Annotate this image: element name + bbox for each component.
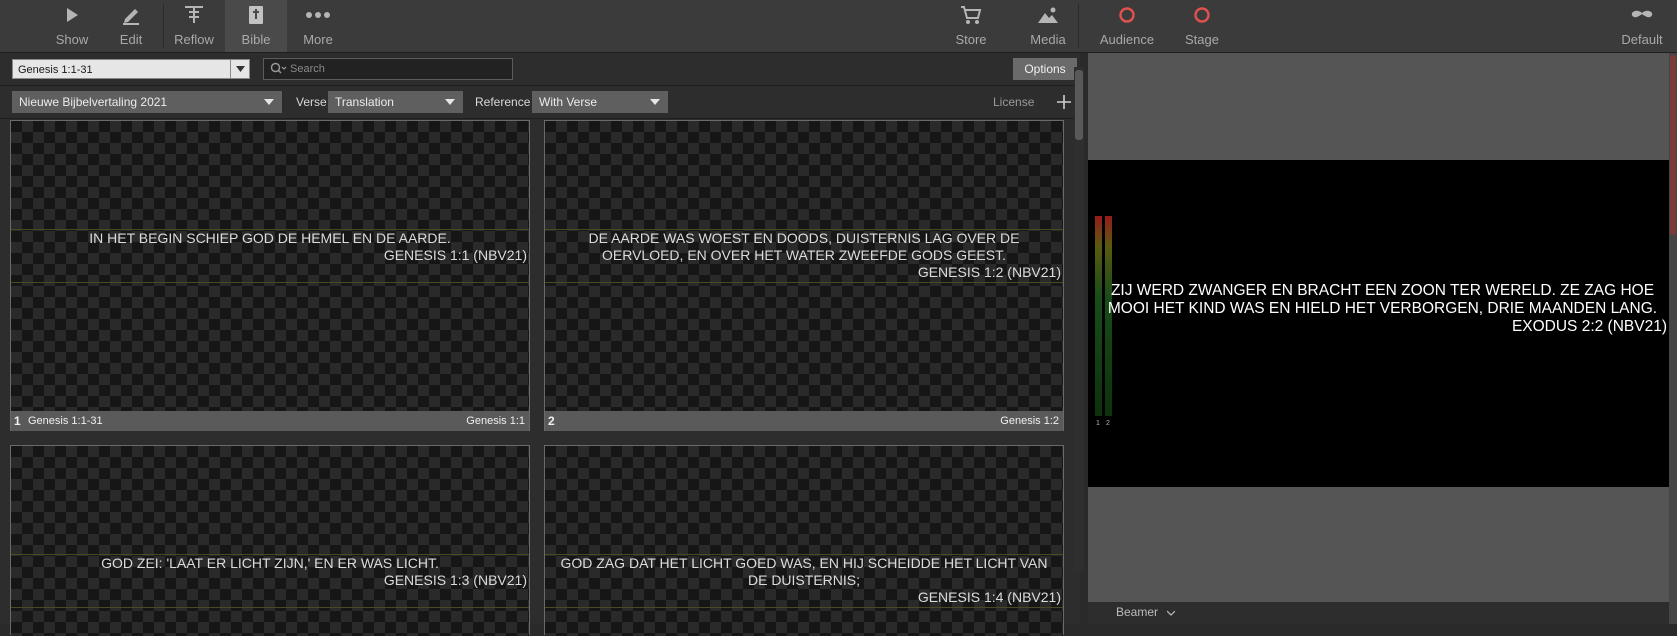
slide-text: IN HET BEGIN SCHIEP GOD DE HEMEL EN DE A…: [89, 230, 451, 246]
passage-row: Genesis 1:1-31 Options: [0, 53, 1080, 86]
passage-value: Genesis 1:1-31: [18, 64, 93, 76]
slide-number: 1: [14, 414, 21, 428]
output-preview-panel: 1 2 ZIJ WERD ZWANGER EN BRACHT EEN ZOON …: [1088, 53, 1677, 624]
guide-line: [545, 607, 1063, 608]
search-input[interactable]: [290, 61, 490, 77]
slide-reference: GENESIS 1:3 (NBV21): [383, 572, 527, 588]
media-label: Media: [1030, 32, 1066, 47]
slide-number: 2: [548, 414, 555, 428]
default-label: Default: [1621, 32, 1663, 47]
audience-button[interactable]: Audience: [1092, 0, 1162, 52]
output-text: ZIJ WERD ZWANGER EN BRACHT EEN ZOON TER …: [1107, 282, 1658, 317]
audience-label: Audience: [1099, 32, 1155, 47]
media-icon: [1020, 4, 1076, 26]
output-reference: EXODUS 2:2 (NBV21): [1511, 318, 1667, 335]
add-icon[interactable]: [1056, 94, 1072, 110]
verse-label: Verse: [296, 95, 327, 109]
show-button[interactable]: Show: [47, 0, 97, 52]
more-dots-icon: [292, 4, 344, 26]
edit-button[interactable]: Edit: [106, 0, 156, 52]
media-button[interactable]: Media: [1020, 0, 1076, 52]
more-button[interactable]: More: [292, 0, 344, 52]
slide-preview: GOD ZAG DAT HET LICHT GOED WAS, EN HIJ S…: [545, 446, 1063, 636]
output-screen: 1 2 ZIJ WERD ZWANGER EN BRACHT EEN ZOON …: [1088, 160, 1677, 487]
mustache-icon: [1612, 4, 1672, 26]
slide-reference: GENESIS 1:4 (NBV21): [917, 589, 1061, 605]
slides-grid: IN HET BEGIN SCHIEP GOD DE HEMEL EN DE A…: [0, 120, 1068, 636]
bible-icon: [225, 4, 287, 26]
stage-status-icon: [1176, 4, 1228, 26]
slide-preview: DE AARDE WAS WOEST EN DOODS, DUISTERNIS …: [545, 121, 1063, 412]
chevron-down-icon[interactable]: [230, 60, 249, 78]
reflow-label: Reflow: [174, 32, 214, 47]
chevron-down-icon: [264, 91, 274, 113]
reference-dropdown[interactable]: With Verse: [532, 91, 668, 113]
slide-preview: GOD ZEI: 'LAAT ER LICHT ZIJN,' EN ER WAS…: [11, 446, 529, 636]
slide-2[interactable]: DE AARDE WAS WOEST EN DOODS, DUISTERNIS …: [544, 120, 1064, 431]
slide-footer: 2 Genesis 1:2: [545, 411, 1063, 431]
guide-line: [11, 607, 529, 608]
stage-button[interactable]: Stage: [1176, 0, 1228, 52]
verse-dropdown[interactable]: Translation: [328, 91, 463, 113]
slide-1[interactable]: IN HET BEGIN SCHIEP GOD DE HEMEL EN DE A…: [10, 120, 530, 431]
slide-group-name: Genesis 1:1-31: [28, 415, 103, 427]
slide-verse-label: Genesis 1:2: [1000, 415, 1059, 427]
slide-3[interactable]: GOD ZEI: 'LAAT ER LICHT ZIJN,' EN ER WAS…: [10, 445, 530, 636]
bible-button[interactable]: Bible: [225, 0, 287, 52]
passage-combobox[interactable]: Genesis 1:1-31: [12, 59, 250, 79]
slide-footer: 1 Genesis 1:1-31 Genesis 1:1: [11, 411, 529, 431]
store-label: Store: [955, 32, 987, 47]
screen-label: Beamer: [1116, 605, 1159, 619]
chevron-down-icon: [650, 91, 660, 113]
main-toolbar: Show Edit Reflow Bible More Store Media …: [0, 0, 1677, 53]
slide-verse-label: Genesis 1:1: [466, 415, 525, 427]
bible-label: Bible: [241, 32, 271, 47]
license-link[interactable]: License: [993, 91, 1034, 113]
chevron-down-icon: [1166, 605, 1176, 619]
meter-label-right: 2: [1106, 420, 1110, 427]
slide-4[interactable]: GOD ZAG DAT HET LICHT GOED WAS, EN HIJ S…: [544, 445, 1064, 636]
guide-line: [11, 282, 529, 283]
pencil-icon: [106, 4, 156, 26]
reflow-button[interactable]: Reflow: [165, 0, 223, 52]
reference-label: Reference: [475, 95, 531, 109]
reflow-icon: [165, 4, 223, 26]
slide-text: DE AARDE WAS WOEST EN DOODS, DUISTERNIS …: [588, 230, 1020, 263]
chevron-down-icon: [445, 91, 455, 113]
more-label: More: [303, 32, 333, 47]
slide-reference: GENESIS 1:1 (NBV21): [383, 247, 527, 263]
output-scrollbar[interactable]: [1669, 53, 1677, 624]
screen-selector-bar: Beamer: [1088, 602, 1669, 624]
toolbar-divider: [1078, 4, 1079, 48]
slide-text: GOD ZAG DAT HET LICHT GOED WAS, EN HIJ S…: [560, 555, 1048, 588]
toolbar-divider: [163, 4, 164, 48]
slides-scrollbar[interactable]: [1074, 67, 1084, 571]
cart-icon: [945, 4, 997, 26]
slide-text: GOD ZEI: 'LAAT ER LICHT ZIJN,' EN ER WAS…: [101, 555, 439, 571]
settings-row: Nieuwe Bijbelvertaling 2021 Verse Transl…: [0, 86, 1080, 119]
edit-label: Edit: [119, 32, 143, 47]
reference-value: With Verse: [539, 95, 598, 109]
show-label: Show: [55, 32, 89, 47]
verse-value: Translation: [335, 95, 394, 109]
search-box[interactable]: [263, 58, 513, 80]
stage-label: Stage: [1185, 32, 1219, 47]
screen-selector[interactable]: Beamer: [1116, 605, 1176, 619]
guide-line: [545, 282, 1063, 283]
slide-preview: IN HET BEGIN SCHIEP GOD DE HEMEL EN DE A…: [11, 121, 529, 412]
slide-reference: GENESIS 1:2 (NBV21): [917, 264, 1061, 280]
store-button[interactable]: Store: [945, 0, 997, 52]
options-button[interactable]: Options: [1013, 58, 1077, 80]
search-icon: [270, 62, 288, 79]
meter-label-left: 1: [1096, 420, 1100, 427]
audience-status-icon: [1092, 4, 1162, 26]
scrollbar-thumb[interactable]: [1075, 70, 1083, 140]
translation-dropdown[interactable]: Nieuwe Bijbelvertaling 2021: [12, 91, 282, 113]
play-icon: [47, 4, 97, 26]
scrollbar-thumb[interactable]: [1670, 55, 1676, 235]
default-button[interactable]: Default: [1612, 0, 1672, 52]
translation-value: Nieuwe Bijbelvertaling 2021: [19, 95, 168, 109]
bible-panel: Genesis 1:1-31 Options Nieuwe Bijbelvert…: [0, 53, 1080, 636]
